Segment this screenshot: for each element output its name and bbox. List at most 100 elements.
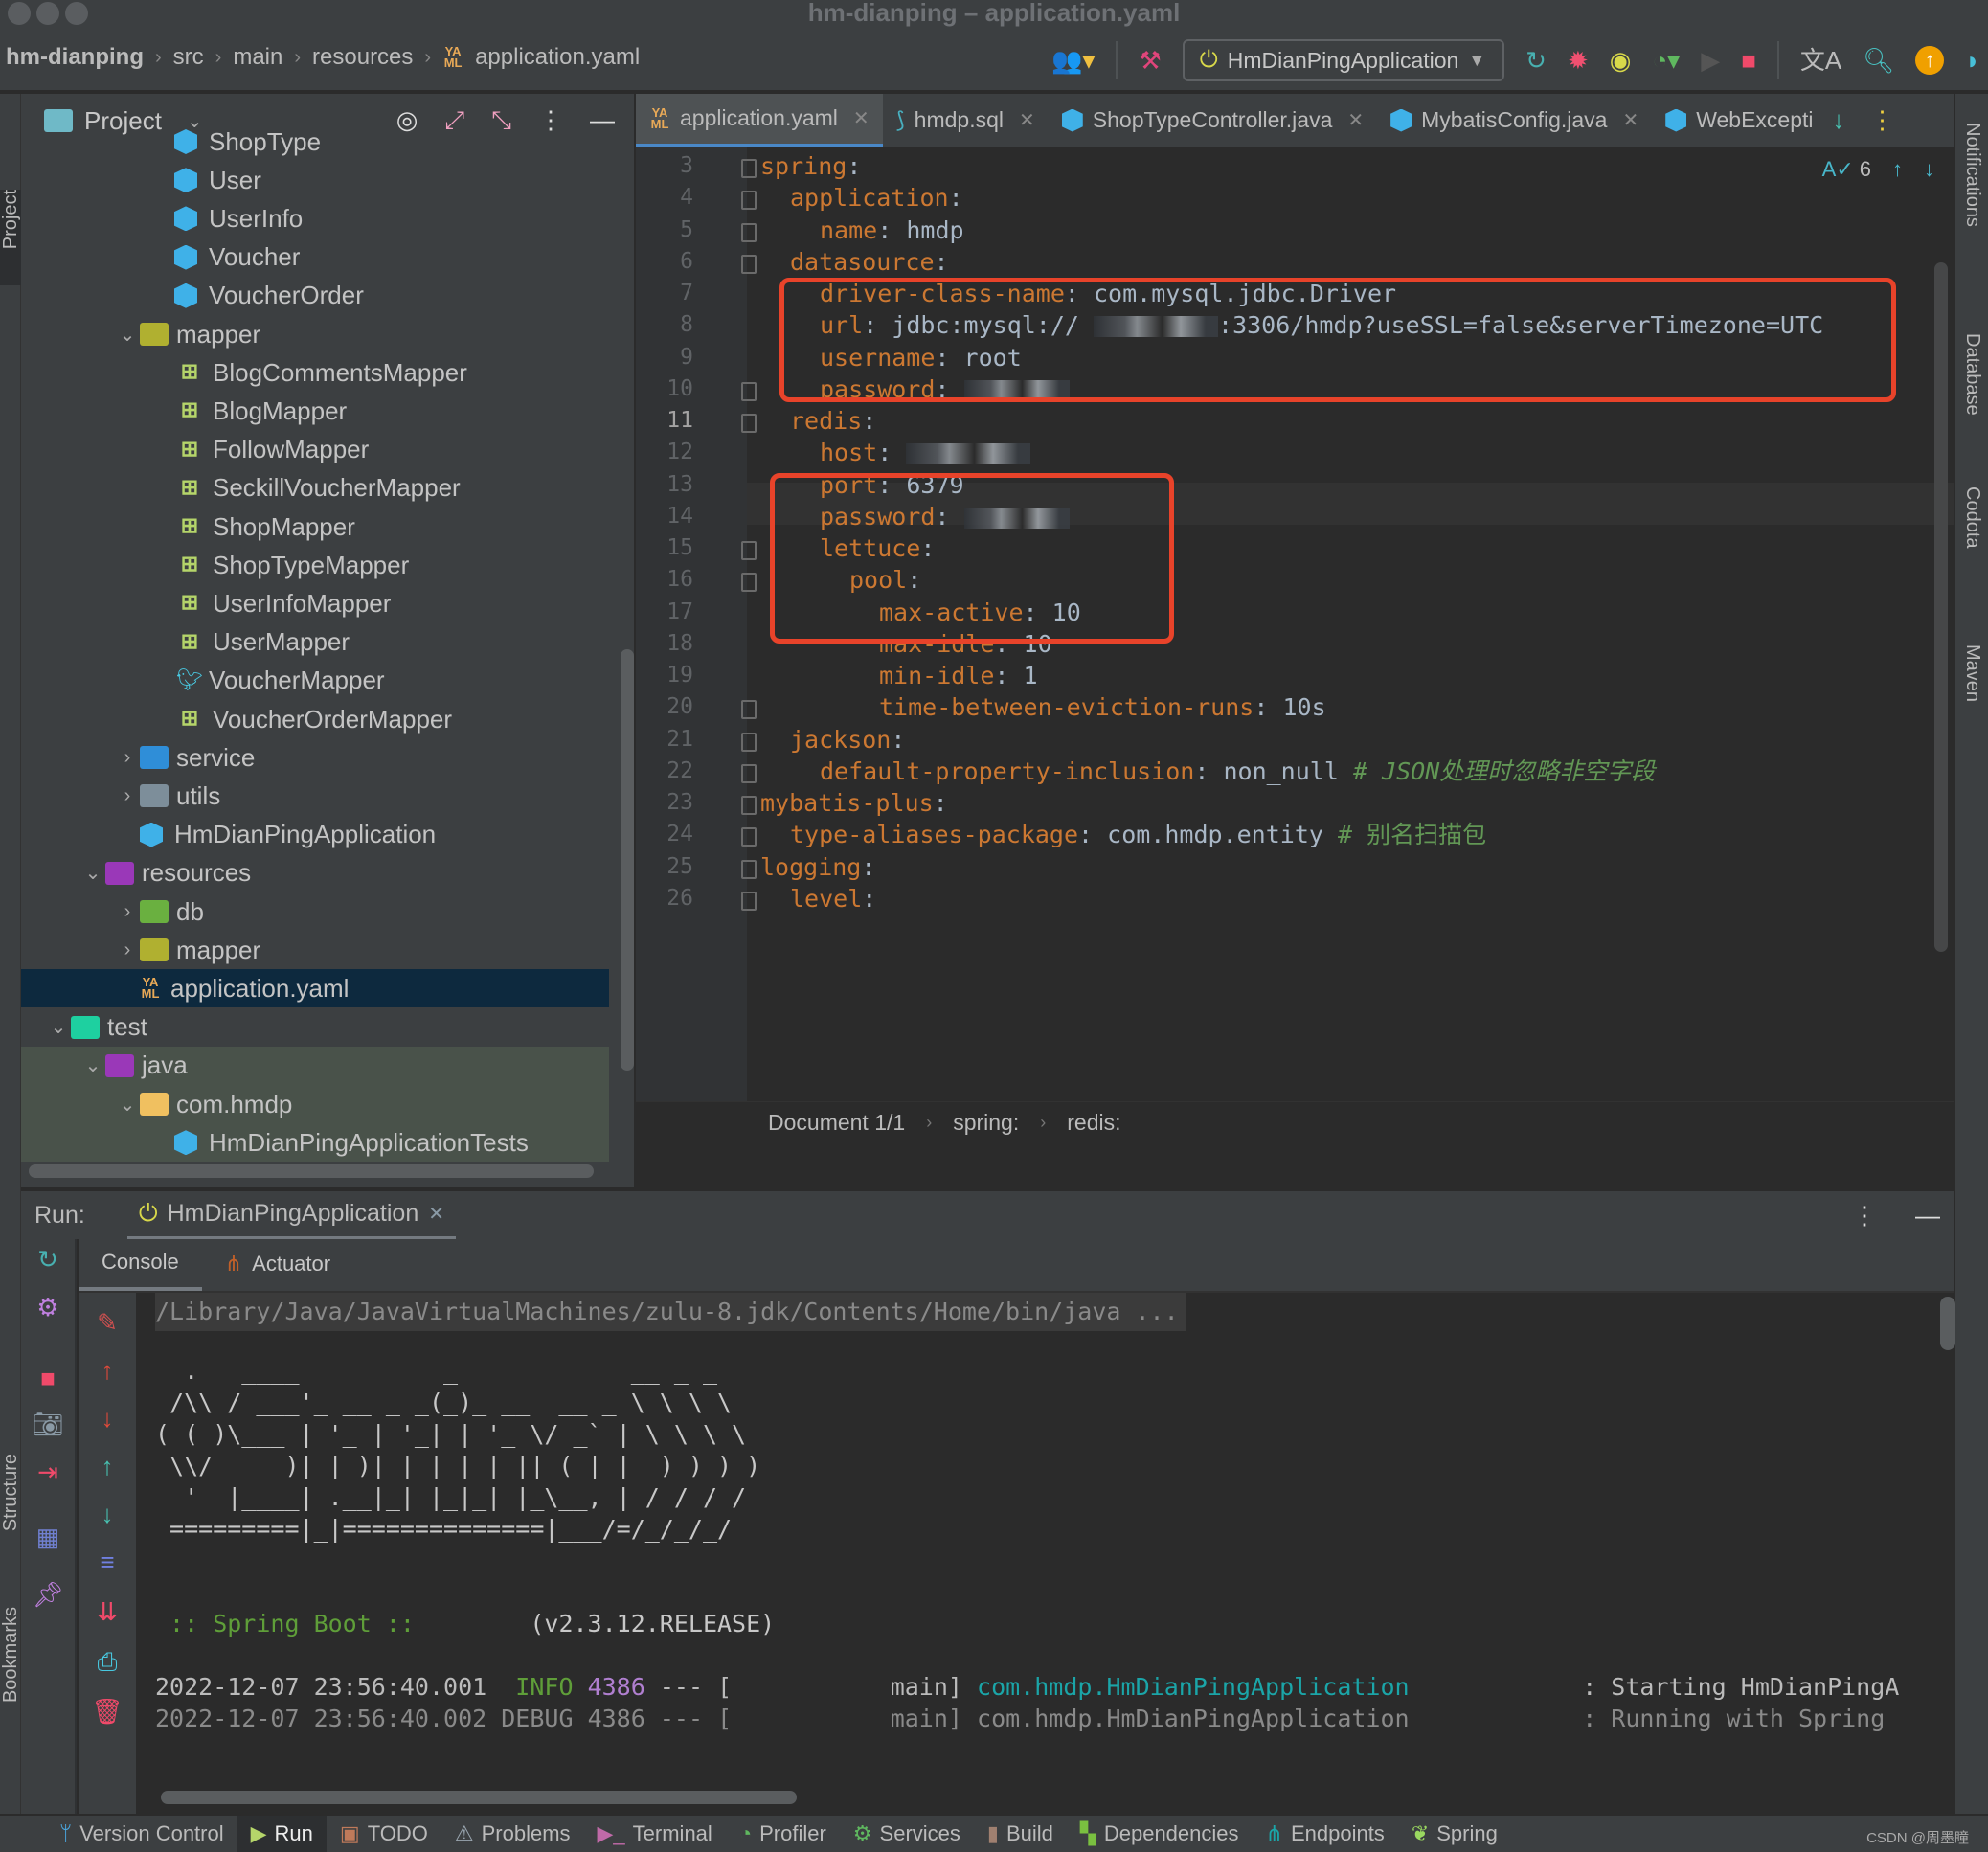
code-editor[interactable]: 3 4 5 6 7 8 9 10 11 12 13 14 15 16 17 18 19 20 21 22 23 24 25 2…	[636, 147, 1954, 1143]
stop-icon[interactable]: ■	[21, 1364, 75, 1393]
fold-marker-icon[interactable]	[741, 254, 757, 274]
breadcrumb-main[interactable]: main	[233, 44, 282, 71]
close-tab-icon[interactable]: ✕	[428, 1202, 444, 1226]
tool-terminal[interactable]: ▶_ Terminal	[584, 1816, 726, 1852]
run-configuration-selector[interactable]: ⏻ HmDianPingApplication ▼	[1182, 39, 1505, 81]
tree-item[interactable]: ⊞ ShopMapper	[21, 508, 609, 546]
tool-endpoints[interactable]: ⋔ Endpoints	[1253, 1816, 1398, 1852]
tree-item[interactable]: ⊞ SeckillVoucherMapper	[21, 469, 609, 508]
hide-panel-icon[interactable]: —	[1915, 1201, 1940, 1231]
tree-item[interactable]: ⌄ java	[21, 1046, 609, 1085]
more-options-icon[interactable]: ⋮	[1852, 1201, 1877, 1231]
tree-item[interactable]: 🐦︎ VoucherMapper	[21, 662, 609, 700]
tool-spring[interactable]: ❦ Spring	[1398, 1816, 1511, 1852]
tool-build[interactable]: ▮ Build	[974, 1816, 1067, 1852]
tree-item[interactable]: YA ML application.yaml	[21, 969, 609, 1008]
settings-gear-icon[interactable]: ⚙	[21, 1293, 75, 1322]
delete-icon[interactable]: 🗑︎	[79, 1697, 136, 1727]
chevron-down-icon[interactable]: ⌄	[46, 1015, 71, 1039]
fold-marker-icon[interactable]	[741, 381, 757, 401]
fold-marker-icon[interactable]	[741, 732, 757, 752]
fold-marker-icon[interactable]	[741, 859, 757, 879]
close-tab-icon[interactable]: ✕	[1347, 108, 1364, 132]
chevron-down-icon[interactable]: ⌄	[115, 323, 140, 347]
chevron-down-icon[interactable]: ⌄	[115, 1093, 140, 1117]
close-tab-icon[interactable]: ✕	[1019, 108, 1035, 132]
chevron-right-icon[interactable]: ›	[115, 785, 140, 807]
plugin-icon[interactable]: ◗	[1965, 48, 1980, 73]
inspection-widget[interactable]: A✓ 6 ↑ ↓	[1822, 157, 1934, 182]
tool-window-structure[interactable]: Structure	[0, 1454, 22, 1531]
tree-item[interactable]: ⊞ ShopTypeMapper	[21, 546, 609, 584]
chevron-right-icon[interactable]: ›	[115, 747, 140, 769]
tree-item[interactable]: VoucherOrder	[21, 277, 609, 315]
tree-item[interactable]: UserInfo	[21, 199, 609, 237]
debug-icon[interactable]: ✹	[1568, 48, 1589, 73]
tree-item[interactable]: HmDianPingApplication	[21, 816, 609, 854]
fold-marker-icon[interactable]	[741, 222, 757, 242]
soft-wrap-icon[interactable]: ≡	[79, 1547, 136, 1577]
scroll-to-end-icon[interactable]: ⇊	[79, 1597, 136, 1627]
tree-item[interactable]: ⌄ com.hmdp	[21, 1085, 609, 1123]
tab-console[interactable]: Console	[79, 1237, 202, 1291]
update-icon[interactable]: ↑	[1915, 46, 1945, 75]
tab-application-yaml[interactable]: YA ML application.yaml ✕	[636, 93, 883, 147]
breadcrumb-file[interactable]: application.yaml	[475, 44, 640, 71]
fold-marker-icon[interactable]	[741, 573, 757, 593]
tree-item[interactable]: ⊞ BlogCommentsMapper	[21, 353, 609, 392]
tree-item[interactable]: User	[21, 161, 609, 199]
profiler-icon[interactable]: ◔▾	[1652, 48, 1680, 73]
tab-actuator[interactable]: ⋔ Actuator	[202, 1237, 353, 1291]
previous-highlight-icon[interactable]: ↑	[1892, 157, 1903, 182]
code-line[interactable]: type-aliases-package: com.hmdp.entity # …	[790, 816, 1486, 854]
vcs-users-icon[interactable]: 👥▾	[1051, 48, 1095, 73]
build-hammer-icon[interactable]: ⚒	[1139, 48, 1161, 73]
fold-marker-icon[interactable]	[741, 191, 757, 211]
tool-window-notifications[interactable]: Notifications	[1961, 123, 1983, 227]
tree-item[interactable]: › utils	[21, 777, 609, 815]
tool-run[interactable]: ▶ Run	[237, 1816, 327, 1852]
tool-problems[interactable]: ⚠ Problems	[441, 1816, 584, 1852]
fold-marker-icon[interactable]	[741, 796, 757, 815]
tree-item[interactable]: HmDianPingApplicationTests	[21, 1123, 609, 1163]
tab-webexception[interactable]: WebExcepti	[1652, 94, 1826, 147]
tree-item[interactable]: ⊞ VoucherOrderMapper	[21, 700, 609, 738]
tab-mybatisconfig[interactable]: MybatisConfig.java ✕	[1377, 94, 1652, 147]
tree-item[interactable]: ⊞ BlogMapper	[21, 392, 609, 430]
tree-item[interactable]: ⊞ FollowMapper	[21, 431, 609, 469]
tree-item[interactable]: ⊞ UserMapper	[21, 623, 609, 662]
show-hidden-tabs-icon[interactable]: ↓	[1833, 105, 1845, 135]
tree-item[interactable]: › mapper	[21, 931, 609, 969]
chevron-down-icon[interactable]: ⌄	[80, 1053, 105, 1077]
down-stack-icon[interactable]: ↓	[79, 1500, 136, 1529]
console-vertical-scrollbar[interactable]	[1940, 1297, 1955, 1350]
next-highlight-icon[interactable]: ↓	[1924, 157, 1934, 182]
layout-icon[interactable]: ▦	[21, 1523, 75, 1552]
code-line[interactable]: time-between-eviction-runs: 10s	[879, 689, 1326, 727]
tool-services[interactable]: ⚙ Services	[840, 1816, 974, 1852]
exit-icon[interactable]: ⇥	[21, 1457, 75, 1487]
tool-todo[interactable]: ▣ TODO	[327, 1816, 441, 1852]
next-occurrence-icon[interactable]: ↓	[79, 1404, 136, 1434]
tree-item[interactable]: › service	[21, 738, 609, 777]
rerun-icon[interactable]: ↻	[21, 1245, 75, 1275]
pin-icon[interactable]: 📌︎	[21, 1580, 75, 1610]
fold-marker-icon[interactable]	[741, 541, 757, 560]
previous-occurrence-icon[interactable]: ↑	[79, 1356, 136, 1386]
run-tab-hmdianpingapplication[interactable]: ⏻ HmDianPingApplication ✕	[126, 1190, 456, 1240]
fold-marker-icon[interactable]	[741, 827, 757, 847]
tree-item[interactable]: ShopType	[21, 123, 609, 161]
tool-window-database[interactable]: Database	[1961, 333, 1983, 416]
tool-dependencies[interactable]: ▚ Dependencies	[1067, 1816, 1253, 1852]
tree-item[interactable]: ⊞ UserInfoMapper	[21, 584, 609, 622]
breadcrumb-document[interactable]: Document 1/1	[768, 1110, 905, 1136]
tab-options-icon[interactable]: ⋮	[1870, 105, 1895, 135]
tool-window-maven[interactable]: Maven	[1961, 644, 1983, 702]
close-tab-icon[interactable]: ✕	[853, 106, 870, 130]
up-stack-icon[interactable]: ↑	[79, 1452, 136, 1481]
project-tree-horizontal-scrollbar[interactable]	[29, 1164, 594, 1178]
close-tab-icon[interactable]: ✕	[1622, 108, 1638, 132]
print-icon[interactable]: ⎙	[79, 1647, 136, 1678]
fold-marker-icon[interactable]	[741, 891, 757, 911]
chevron-right-icon[interactable]: ›	[115, 939, 140, 961]
